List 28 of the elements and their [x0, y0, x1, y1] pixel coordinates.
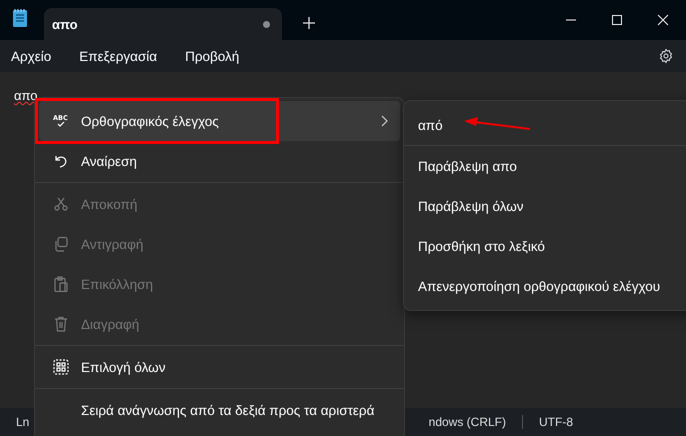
submenu-item[interactable]: Απενεργοποίηση ορθογραφικού ελέγχου [404, 266, 686, 306]
submenu-item[interactable]: Προσθήκη στο λεξικό [404, 226, 686, 266]
clipboard-icon [53, 276, 69, 292]
document-tab[interactable]: απο [44, 8, 282, 40]
context-menu-item[interactable]: Επιλογή όλων [39, 347, 400, 387]
select-all-icon [53, 359, 69, 375]
status-text: Ln [16, 415, 30, 429]
editor-text: απο [14, 88, 38, 103]
notepad-icon[interactable] [12, 8, 28, 28]
plus-icon [302, 16, 316, 30]
undo-icon [53, 153, 69, 169]
submenu-item[interactable]: Παράβλεψη απο [404, 146, 686, 186]
submenu-item[interactable]: από [404, 105, 686, 145]
context-menu-item[interactable]: Σειρά ανάγνωσης από τα δεξιά προς τα αριστερά [39, 390, 400, 430]
trash-icon [53, 316, 69, 332]
status-text: UTF-8 [539, 415, 573, 429]
scissors-icon [53, 196, 69, 212]
maximize-icon [611, 14, 623, 26]
submenu-item[interactable]: Παράβλεψη όλων [404, 186, 686, 226]
close-icon [657, 14, 669, 26]
menu-item[interactable]: Επεξεργασία [79, 48, 158, 64]
context-menu-item[interactable]: Αναίρεση [39, 141, 400, 181]
copy-icon [53, 236, 69, 252]
settings-button[interactable] [658, 48, 674, 64]
settings-icon [658, 48, 674, 64]
status-text: ndows (CRLF) [428, 415, 506, 429]
menu-item[interactable]: Αρχείο [11, 48, 52, 64]
menu-item[interactable]: Προβολή [185, 48, 240, 64]
